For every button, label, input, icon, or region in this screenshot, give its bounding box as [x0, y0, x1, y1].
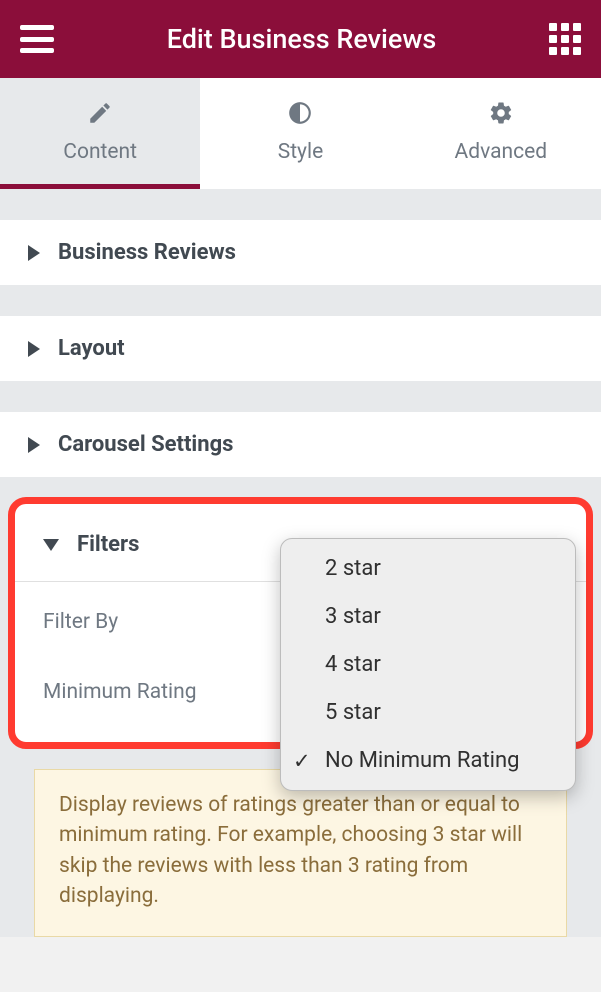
dropdown-option[interactable]: 4 star — [281, 641, 575, 689]
chevron-down-icon — [43, 539, 59, 551]
section-label: Layout — [58, 336, 125, 361]
filters-highlight: Filters Filter By Minimum Rating 2 star … — [8, 497, 593, 749]
chevron-right-icon — [28, 341, 40, 357]
chevron-right-icon — [28, 245, 40, 261]
option-label: 4 star — [325, 652, 381, 677]
apps-grid-icon[interactable] — [549, 23, 581, 55]
tab-label: Advanced — [455, 140, 548, 164]
dropdown-option-selected[interactable]: ✓ No Minimum Rating — [281, 737, 575, 785]
option-label: 3 star — [325, 604, 381, 629]
app-header: Edit Business Reviews — [0, 0, 601, 78]
option-label: 2 star — [325, 556, 381, 581]
section-carousel-settings[interactable]: Carousel Settings — [0, 411, 601, 477]
option-label: No Minimum Rating — [325, 748, 520, 773]
chevron-right-icon — [28, 437, 40, 453]
section-layout[interactable]: Layout — [0, 315, 601, 381]
tab-label: Style — [278, 140, 324, 164]
menu-icon[interactable] — [20, 25, 54, 53]
minimum-rating-dropdown[interactable]: 2 star 3 star 4 star 5 star ✓ No Minimum… — [280, 538, 576, 791]
pencil-icon — [87, 100, 113, 126]
minimum-rating-hint: Display reviews of ratings greater than … — [34, 769, 567, 937]
section-label: Filters — [77, 532, 139, 557]
tab-advanced[interactable]: Advanced — [401, 78, 601, 189]
gear-icon — [488, 100, 514, 126]
dropdown-option[interactable]: 2 star — [281, 545, 575, 593]
sections-container: Business Reviews Layout Carousel Setting… — [0, 189, 601, 937]
tab-label: Content — [63, 140, 137, 164]
check-icon: ✓ — [293, 747, 311, 777]
tabs-bar: Content Style Advanced — [0, 78, 601, 189]
section-label: Business Reviews — [58, 240, 236, 265]
dropdown-option[interactable]: 5 star — [281, 689, 575, 737]
section-label: Carousel Settings — [58, 432, 233, 457]
section-business-reviews[interactable]: Business Reviews — [0, 219, 601, 285]
hint-text: Display reviews of ratings greater than … — [59, 793, 522, 908]
tab-content[interactable]: Content — [0, 78, 200, 189]
tab-style[interactable]: Style — [200, 78, 400, 189]
option-label: 5 star — [325, 700, 381, 725]
dropdown-option[interactable]: 3 star — [281, 593, 575, 641]
contrast-icon — [287, 100, 313, 126]
page-title: Edit Business Reviews — [54, 23, 549, 55]
